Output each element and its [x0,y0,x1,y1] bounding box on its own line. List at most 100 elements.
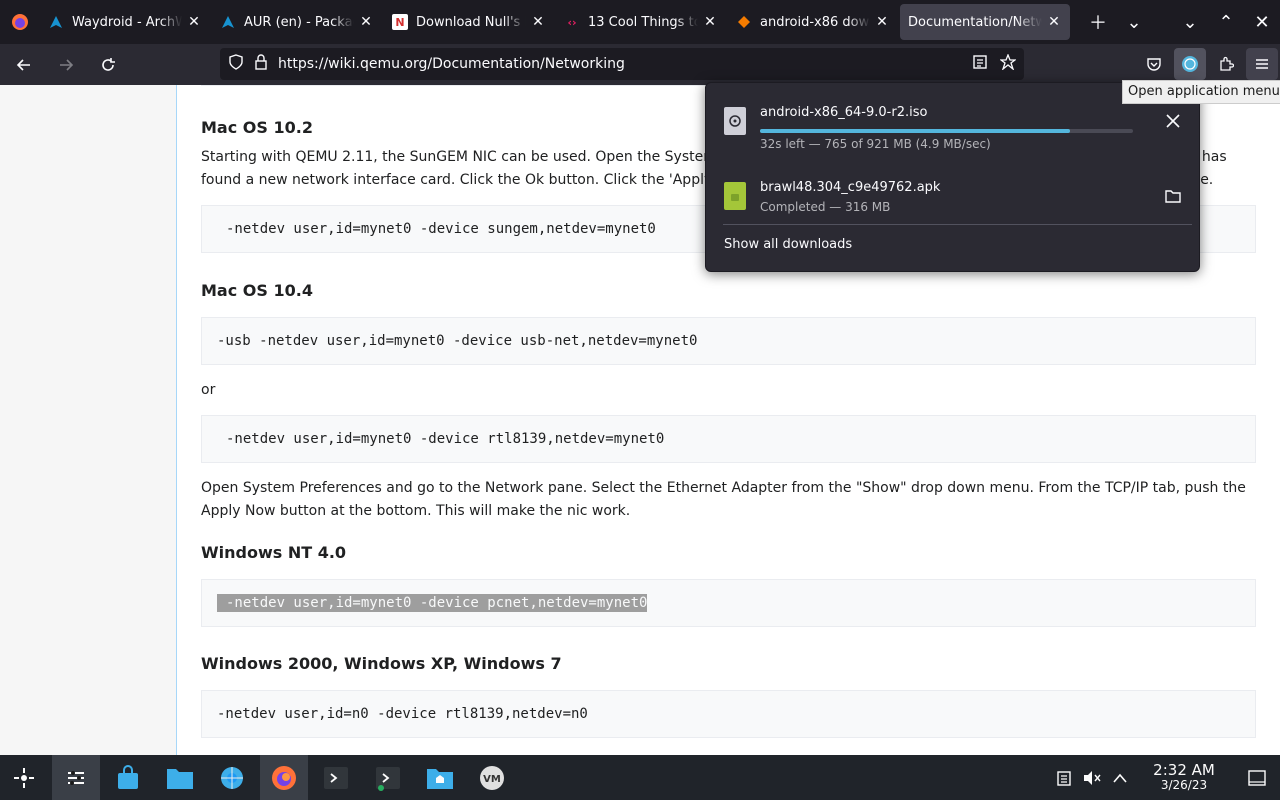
back-button[interactable] [6,49,42,81]
tab-qemu-networking[interactable]: Documentation/Networking ✕ [900,4,1070,40]
or-text: or [201,382,216,398]
tab-android-x86[interactable]: android-x86 download ✕ [728,4,898,40]
list-all-tabs-button[interactable]: ⌄ [1116,4,1152,40]
arch-icon [220,14,236,30]
tab-title: Download Null's Brawl [416,14,526,30]
minimize-button[interactable]: ⌄ [1172,4,1208,40]
url-bar[interactable]: https://wiki.qemu.org/Documentation/Netw… [220,48,1024,80]
reader-view-icon[interactable] [972,54,988,74]
code-text: -netdev user,id=n0 -device rtl8139,netde… [217,706,588,722]
code-block: -usb -netdev user,id=mynet0 -device usb-… [201,317,1256,365]
cancel-icon [1166,114,1180,128]
taskbar-virt-manager[interactable]: VM [468,755,516,800]
show-hidden-icons-button[interactable] [1106,755,1134,800]
download-progress-icon [1182,56,1198,72]
virtual-machine-icon: VM [480,765,504,790]
code-text: -netdev user,id=mynet0 -device sungem,ne… [226,221,656,237]
url-text: https://wiki.qemu.org/Documentation/Netw… [278,56,625,72]
taskbar: VM 2:32 AM 3/26/23 [0,755,1280,800]
reload-icon [102,57,115,71]
show-all-downloads-link[interactable]: Show all downloads [724,237,852,252]
download-status: Completed — 316 MB [760,200,891,214]
taskbar-discover[interactable] [104,755,152,800]
maximize-button[interactable]: ⌃ [1208,4,1244,40]
tab-title: 13 Cool Things to Do [588,14,698,30]
code-text: -usb -netdev user,id=mynet0 -device usb-… [217,333,698,349]
close-icon[interactable]: ✕ [358,14,374,30]
diamond-icon [736,14,752,30]
lock-icon[interactable] [254,54,268,74]
extensions-button[interactable] [1210,48,1242,80]
download-filename: brawl48.304_c9e49762.apk [760,180,941,195]
clock-date: 3/26/23 [1160,777,1208,792]
code-text: -netdev user,id=mynet0 -device rtl8139,n… [226,431,665,447]
svg-text:VM: VM [483,774,501,785]
back-arrow-icon [16,58,30,71]
forward-button[interactable] [48,49,84,81]
home-folder-icon [427,768,453,789]
firefox-view-button[interactable] [0,0,40,44]
close-icon[interactable]: ✕ [186,14,202,30]
bookmark-star-icon[interactable] [999,53,1017,74]
pocket-button[interactable] [1138,48,1170,80]
section-heading: Mac OS 10.4 [201,281,313,300]
taskbar-konsole-2[interactable] [364,755,412,800]
taskbar-home-folder[interactable] [416,755,464,800]
new-tab-button[interactable]: ＋ [1080,4,1116,40]
reload-button[interactable] [90,49,126,81]
tab-nulls-brawl[interactable]: N Download Null's Brawl ✕ [384,4,554,40]
show-in-folder-button[interactable] [1159,182,1187,210]
taskbar-konsole[interactable] [312,755,360,800]
pocket-icon [1147,58,1161,71]
close-window-button[interactable]: ✕ [1244,4,1280,40]
clipboard-icon[interactable] [1050,755,1078,800]
close-icon[interactable]: ✕ [1046,14,1062,30]
volume-muted-icon[interactable] [1078,755,1106,800]
tab-title: android-x86 download [760,14,870,30]
show-desktop-button[interactable] [1234,755,1280,800]
tooltip: Open application menu [1122,80,1280,104]
section-heading: Mac OS 10.2 [201,118,313,137]
digital-clock[interactable]: 2:32 AM 3/26/23 [1134,760,1234,793]
taskbar-system-settings-gear[interactable] [208,755,256,800]
taskbar-system-settings[interactable] [52,755,100,800]
cancel-download-button[interactable] [1159,107,1187,135]
wiki-sidebar [0,85,177,755]
globe-gear-icon [221,766,243,789]
tab-waydroid[interactable]: Waydroid - ArchWiki ✕ [40,4,210,40]
selected-code-text[interactable]: -netdev user,id=mynet0 -device pcnet,net… [217,594,648,612]
forward-arrow-icon [60,58,74,71]
tab-aur[interactable]: AUR (en) - Packages ✕ [212,4,382,40]
download-filename: android-x86_64-9.0-r2.iso [760,105,928,120]
folder-icon [167,768,193,789]
tab-bar: Waydroid - ArchWiki ✕ AUR (en) - Package… [0,0,1280,44]
download-progress-fill [760,129,1070,133]
firefox-icon [272,765,296,790]
close-icon[interactable]: ✕ [530,14,546,30]
code-block: -netdev user,id=mynet0 -device rtl8139,n… [201,415,1256,463]
tab-title: Waydroid - ArchWiki [72,14,182,30]
taskbar-file-manager[interactable] [156,755,204,800]
terminal-icon [376,766,400,791]
close-icon[interactable]: ✕ [702,14,718,30]
application-launcher-button[interactable] [0,755,48,800]
downloads-button[interactable] [1174,48,1206,80]
close-icon[interactable]: ✕ [874,14,890,30]
code-block: -netdev user,id=n0 -device rtl8139,netde… [201,690,1256,738]
section-heading: Windows 2000, Windows XP, Windows 7 [201,654,562,673]
shield-icon[interactable] [228,54,244,74]
firefox-icon [12,14,28,30]
n-icon: N [392,14,408,30]
download-progress-bar [760,129,1133,133]
navigation-bar: https://wiki.qemu.org/Documentation/Netw… [0,44,1280,85]
sliders-icon [68,770,84,785]
terminal-icon [324,766,348,789]
code-block: -netdev user,id=mynet0 -device pcnet,net… [201,579,1256,627]
android-package-file-icon [724,182,746,210]
taskbar-firefox[interactable] [260,755,308,800]
download-item[interactable]: brawl48.304_c9e49762.apk Completed — 316… [706,168,1201,228]
download-status: 32s left — 765 of 921 MB (4.9 MB/sec) [760,137,991,151]
application-menu-button[interactable] [1246,48,1278,80]
clock-time: 2:32 AM [1153,760,1215,779]
tab-cool-things[interactable]: ‹› 13 Cool Things to Do ✕ [556,4,726,40]
